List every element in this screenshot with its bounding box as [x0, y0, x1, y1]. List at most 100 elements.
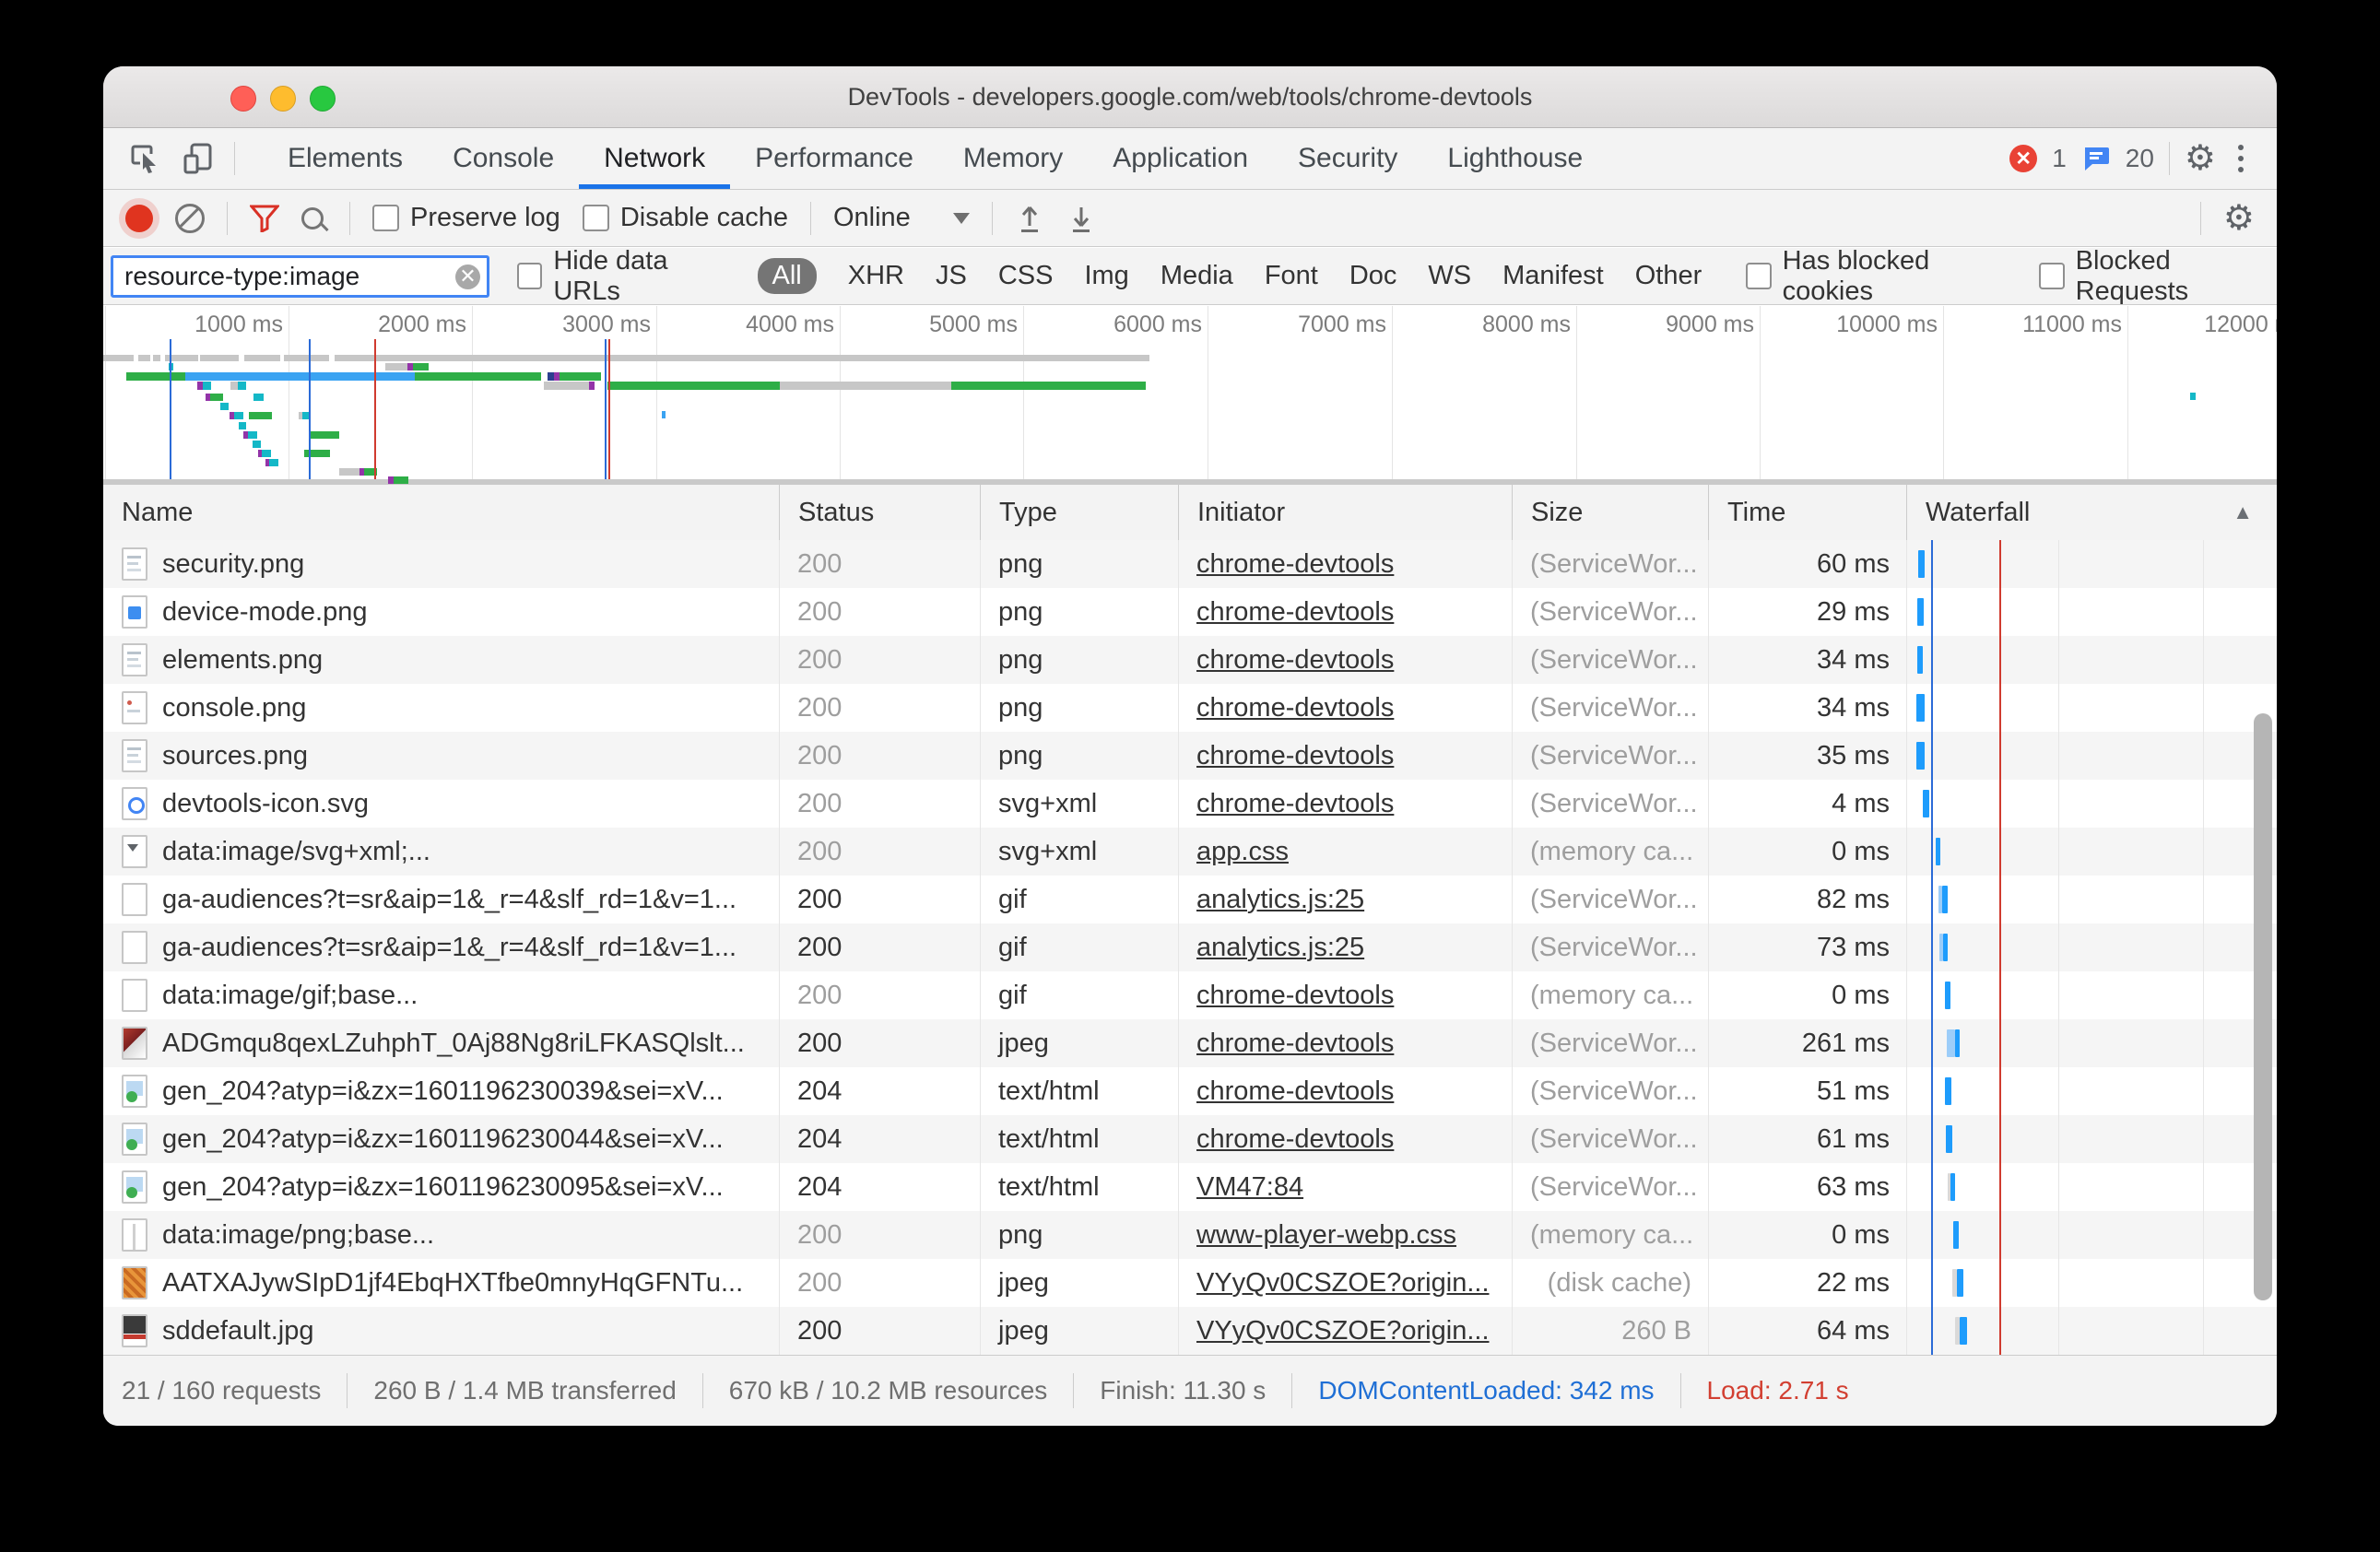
issues-count[interactable]: 20	[2126, 144, 2154, 173]
settings-gear-icon[interactable]: ⚙	[2185, 141, 2216, 176]
column-header-type[interactable]: Type	[980, 485, 1178, 540]
initiator-link[interactable]: VYyQv0CSZOE?origin...	[1196, 1268, 1490, 1298]
initiator-link[interactable]: chrome-devtools	[1196, 741, 1394, 770]
tab-memory[interactable]: Memory	[938, 128, 1088, 189]
type-filter-all[interactable]: All	[758, 258, 817, 294]
checkbox[interactable]	[2039, 263, 2064, 289]
request-row[interactable]: ga-audiences?t=sr&aip=1&_r=4&slf_rd=1&v=…	[103, 876, 2277, 923]
request-row[interactable]: data:image/gif;base...200gifchrome-devto…	[103, 971, 2277, 1019]
column-header-time[interactable]: Time	[1708, 485, 1906, 540]
initiator-link[interactable]: analytics.js:25	[1196, 933, 1364, 962]
request-row[interactable]: AATXAJywSIpD1jf4EbqHXTfbe0mnyHqGFNTu...2…	[103, 1259, 2277, 1307]
has-blocked-cookies-label: Has blocked cookies	[1783, 248, 2012, 305]
request-row[interactable]: device-mode.png200pngchrome-devtools(Ser…	[103, 588, 2277, 636]
tab-elements[interactable]: Elements	[263, 128, 428, 189]
filter-funnel-icon[interactable]	[250, 205, 279, 232]
initiator-link[interactable]: VM47:84	[1196, 1172, 1303, 1202]
ruler-gridline	[1576, 306, 1577, 479]
request-row[interactable]: security.png200pngchrome-devtools(Servic…	[103, 540, 2277, 588]
request-row[interactable]: devtools-icon.svg200svg+xmlchrome-devtoo…	[103, 780, 2277, 828]
column-header-size[interactable]: Size	[1512, 485, 1708, 540]
export-har-icon[interactable]	[1066, 202, 1096, 235]
error-badge-icon[interactable]: ✕	[2009, 145, 2037, 172]
has-blocked-cookies-checkbox[interactable]: Has blocked cookies	[1746, 248, 2011, 305]
type-filter-font[interactable]: Font	[1265, 258, 1318, 294]
initiator-link[interactable]: chrome-devtools	[1196, 1076, 1394, 1106]
tab-console[interactable]: Console	[428, 128, 579, 189]
hide-data-urls-checkbox[interactable]: Hide data URLs	[517, 248, 730, 305]
initiator-link[interactable]: www-player-webp.css	[1196, 1220, 1456, 1250]
column-header-initiator[interactable]: Initiator	[1178, 485, 1512, 540]
time-cell: 82 ms	[1708, 885, 1906, 915]
import-har-icon[interactable]	[1015, 202, 1044, 235]
clear-filter-icon[interactable]: ✕	[455, 265, 480, 289]
type-cell: png	[980, 693, 1178, 723]
blocked-requests-checkbox[interactable]: Blocked Requests	[2039, 248, 2277, 305]
filter-input[interactable]	[111, 255, 489, 298]
network-settings-gear-icon[interactable]: ⚙	[2223, 201, 2255, 236]
device-toolbar-icon[interactable]	[181, 141, 216, 176]
ruler-tick-label: 2000 ms	[378, 312, 466, 338]
type-filter-other[interactable]: Other	[1635, 258, 1703, 294]
initiator-link[interactable]: chrome-devtools	[1196, 789, 1394, 818]
column-header-name[interactable]: Name	[103, 485, 779, 540]
initiator-link[interactable]: analytics.js:25	[1196, 885, 1364, 914]
disable-cache-checkbox[interactable]: Disable cache	[583, 203, 788, 233]
tab-lighthouse[interactable]: Lighthouse	[1422, 128, 1608, 189]
preserve-log-checkbox[interactable]: Preserve log	[372, 203, 560, 233]
request-row[interactable]: sources.png200pngchrome-devtools(Service…	[103, 732, 2277, 780]
vertical-scrollbar-thumb[interactable]	[2254, 713, 2272, 1300]
checkbox[interactable]	[517, 263, 542, 289]
tab-performance[interactable]: Performance	[730, 128, 938, 189]
error-count[interactable]: 1	[2052, 144, 2067, 173]
inspect-element-icon[interactable]	[127, 141, 162, 176]
more-options-icon[interactable]	[2231, 145, 2251, 172]
type-filter-doc[interactable]: Doc	[1349, 258, 1397, 294]
search-icon[interactable]	[301, 207, 324, 229]
initiator-link[interactable]: chrome-devtools	[1196, 693, 1394, 723]
initiator-link[interactable]: chrome-devtools	[1196, 645, 1394, 675]
overview-bar	[238, 382, 246, 390]
type-filter-manifest[interactable]: Manifest	[1502, 258, 1604, 294]
tab-security[interactable]: Security	[1273, 128, 1422, 189]
overview-bar	[220, 403, 229, 410]
size-cell: (ServiceWor...	[1512, 597, 1708, 628]
initiator-link[interactable]: chrome-devtools	[1196, 549, 1394, 579]
initiator-link[interactable]: chrome-devtools	[1196, 1124, 1394, 1154]
checkbox[interactable]	[583, 205, 609, 231]
column-header-waterfall[interactable]: Waterfall ▲	[1906, 485, 2277, 540]
request-row[interactable]: elements.png200pngchrome-devtools(Servic…	[103, 636, 2277, 684]
issues-bubble-icon[interactable]	[2081, 144, 2111, 173]
tab-network[interactable]: Network	[579, 128, 730, 189]
initiator-link[interactable]: chrome-devtools	[1196, 1029, 1394, 1058]
type-filter-media[interactable]: Media	[1161, 258, 1233, 294]
clear-icon[interactable]	[175, 204, 205, 233]
type-filter-css[interactable]: CSS	[998, 258, 1054, 294]
waterfall-bar	[1960, 1317, 1967, 1345]
type-filter-ws[interactable]: WS	[1428, 258, 1471, 294]
record-button[interactable]	[125, 205, 153, 232]
initiator-link[interactable]: chrome-devtools	[1196, 597, 1394, 627]
throttling-select[interactable]: Online	[833, 203, 970, 233]
request-row[interactable]: ga-audiences?t=sr&aip=1&_r=4&slf_rd=1&v=…	[103, 923, 2277, 971]
column-header-status[interactable]: Status	[779, 485, 980, 540]
type-filter-xhr[interactable]: XHR	[848, 258, 904, 294]
initiator-link[interactable]: app.css	[1196, 837, 1289, 866]
initiator-link[interactable]: VYyQv0CSZOE?origin...	[1196, 1316, 1490, 1346]
time-cell: 0 ms	[1708, 981, 1906, 1011]
type-cell: text/html	[980, 1076, 1178, 1107]
type-filter-js[interactable]: JS	[936, 258, 967, 294]
request-row[interactable]: data:image/svg+xml;...200svg+xmlapp.css(…	[103, 828, 2277, 876]
network-overview-timeline[interactable]: 1000 ms2000 ms3000 ms4000 ms5000 ms6000 …	[103, 306, 2277, 485]
checkbox[interactable]	[1746, 263, 1771, 289]
request-row[interactable]: sddefault.jpg200jpegVYyQv0CSZOE?origin..…	[103, 1307, 2277, 1355]
initiator-link[interactable]: chrome-devtools	[1196, 981, 1394, 1010]
file-preview-icon	[122, 1314, 147, 1347]
request-row[interactable]: data:image/png;base...200pngwww-player-w…	[103, 1211, 2277, 1259]
tab-application[interactable]: Application	[1088, 128, 1273, 189]
checkbox[interactable]	[372, 205, 399, 231]
file-preview-icon	[122, 1170, 147, 1204]
status-cell: 200	[779, 1316, 980, 1346]
type-filter-img[interactable]: Img	[1084, 258, 1128, 294]
request-row[interactable]: console.png200pngchrome-devtools(Service…	[103, 684, 2277, 732]
